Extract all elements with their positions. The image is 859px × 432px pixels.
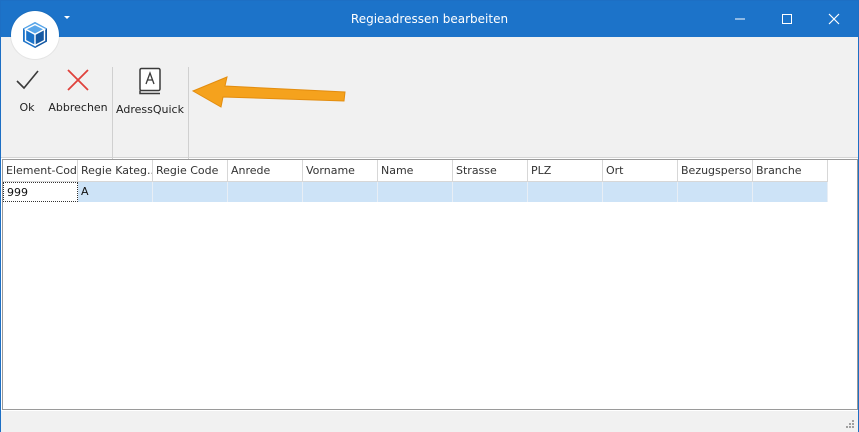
- address-book-icon: [139, 67, 161, 95]
- x-icon: [67, 69, 89, 91]
- app-logo[interactable]: [11, 11, 59, 59]
- dialog-window: Regieadressen bearbeiten Ok Abbrechen Ad…: [0, 0, 859, 432]
- resize-grip-icon[interactable]: [845, 419, 855, 429]
- orange-arrow-icon: [191, 76, 346, 108]
- cube-icon: [23, 22, 47, 48]
- column-header[interactable]: PLZ: [528, 160, 603, 182]
- table-cell[interactable]: [228, 182, 303, 202]
- cancel-label: Abbrechen: [48, 101, 108, 114]
- column-header[interactable]: Name: [378, 160, 453, 182]
- ok-label: Ok: [19, 101, 35, 114]
- table-cell[interactable]: [153, 182, 228, 202]
- minimize-button[interactable]: [717, 1, 763, 37]
- column-header[interactable]: Ort: [603, 160, 678, 182]
- table-cell[interactable]: [603, 182, 678, 202]
- status-bar: [1, 411, 858, 432]
- table-cell[interactable]: [453, 182, 528, 202]
- table-row[interactable]: 999 A: [3, 182, 828, 202]
- table-cell[interactable]: A: [78, 182, 153, 202]
- minimize-icon: [735, 18, 745, 20]
- column-header[interactable]: Regie Kateg...: [78, 160, 153, 182]
- maximize-icon: [782, 14, 792, 24]
- column-header[interactable]: Element-Code: [3, 160, 78, 182]
- close-icon: [828, 13, 840, 25]
- column-header[interactable]: Regie Code: [153, 160, 228, 182]
- title-bar: Regieadressen bearbeiten: [1, 1, 858, 37]
- table-cell[interactable]: [753, 182, 828, 202]
- table-cell[interactable]: [528, 182, 603, 202]
- cancel-button[interactable]: Abbrechen: [48, 67, 108, 114]
- column-header[interactable]: Vorname: [303, 160, 378, 182]
- ok-button[interactable]: Ok: [12, 67, 42, 114]
- column-header[interactable]: Branche: [753, 160, 828, 182]
- column-header[interactable]: Bezugsperson: [678, 160, 753, 182]
- close-button[interactable]: [811, 1, 857, 37]
- ribbon-toolbar: Ok Abbrechen AdressQuick: [1, 37, 858, 159]
- grid-header: Element-Code Regie Kateg... Regie Code Anre…: [3, 160, 828, 182]
- checkmark-icon: [16, 70, 39, 90]
- adressquick-label: AdressQuick: [116, 103, 184, 116]
- table-cell[interactable]: [678, 182, 753, 202]
- adressquick-button[interactable]: AdressQuick: [116, 67, 184, 116]
- table-cell[interactable]: [378, 182, 453, 202]
- column-header[interactable]: Anrede: [228, 160, 303, 182]
- table-cell[interactable]: 999: [3, 182, 78, 202]
- column-header[interactable]: Strasse: [453, 160, 528, 182]
- maximize-button[interactable]: [764, 1, 810, 37]
- table-cell[interactable]: [303, 182, 378, 202]
- ribbon-separator: [112, 67, 113, 159]
- address-grid[interactable]: Element-Code Regie Kateg... Regie Code Anre…: [2, 159, 858, 410]
